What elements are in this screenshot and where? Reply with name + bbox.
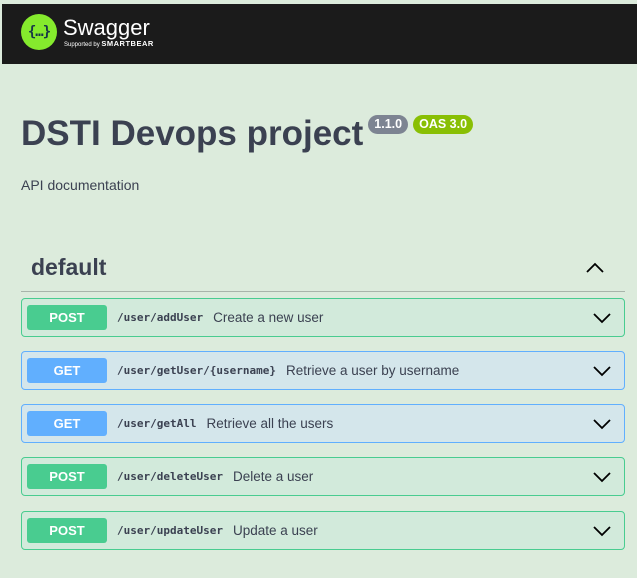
- topbar: {…} Swagger Supported by SMARTBEAR: [2, 4, 637, 64]
- operation-summary: Update a user: [232, 523, 318, 538]
- swagger-logo-icon: {…}: [21, 14, 57, 50]
- operation-post-updateuser[interactable]: POST /user/updateUser Update a user: [21, 511, 625, 550]
- operation-post-deleteuser[interactable]: POST /user/deleteUser Delete a user: [21, 457, 625, 496]
- chevron-down-icon[interactable]: [592, 362, 612, 380]
- operation-path: /user/getUser/{username}: [117, 364, 276, 377]
- operation-summary: Create a new user: [213, 310, 324, 325]
- api-title: DSTI Devops project: [21, 114, 364, 153]
- operation-path: /user/getAll: [117, 417, 197, 430]
- supporter-name: SMARTBEAR: [101, 38, 154, 48]
- chevron-down-icon[interactable]: [592, 522, 612, 540]
- chevron-down-icon[interactable]: [592, 468, 612, 486]
- chevron-down-icon[interactable]: [592, 309, 612, 327]
- operation-summary: Delete a user: [232, 469, 314, 484]
- logo-text: Swagger Supported by SMARTBEAR: [63, 14, 154, 49]
- method-badge: POST: [27, 464, 107, 489]
- tag-name: default: [31, 254, 107, 280]
- method-badge: GET: [27, 358, 107, 383]
- method-badge: POST: [27, 518, 107, 543]
- operation-summary: Retrieve all the users: [206, 416, 334, 431]
- operation-path: /user/addUser: [117, 311, 204, 324]
- operation-summary: Retrieve a user by username: [285, 363, 460, 378]
- brand-name: Swagger: [63, 14, 150, 40]
- supported-by: Supported by SMARTBEAR: [64, 38, 154, 49]
- supported-by-label: Supported by: [64, 41, 100, 48]
- operation-path: /user/deleteUser: [117, 470, 223, 483]
- tag-section-header[interactable]: default: [21, 248, 625, 292]
- version-badge: 1.1.0: [368, 115, 409, 134]
- chevron-down-icon[interactable]: [592, 415, 612, 433]
- operation-path: /user/updateUser: [117, 524, 223, 537]
- operation-post-adduser[interactable]: POST /user/addUser Create a new user: [21, 298, 625, 337]
- operation-get-getuser[interactable]: GET /user/getUser/{username} Retrieve a …: [21, 351, 625, 390]
- api-description: API documentation: [21, 177, 140, 193]
- oas-badge: OAS 3.0: [413, 115, 474, 134]
- method-badge: GET: [27, 411, 107, 436]
- swagger-logo[interactable]: {…} Swagger Supported by SMARTBEAR: [21, 14, 154, 50]
- method-badge: POST: [27, 305, 107, 330]
- operation-get-getall[interactable]: GET /user/getAll Retrieve all the users: [21, 404, 625, 443]
- chevron-up-icon[interactable]: [585, 258, 605, 278]
- api-title-row: DSTI Devops project 1.1.0 OAS 3.0: [21, 112, 474, 156]
